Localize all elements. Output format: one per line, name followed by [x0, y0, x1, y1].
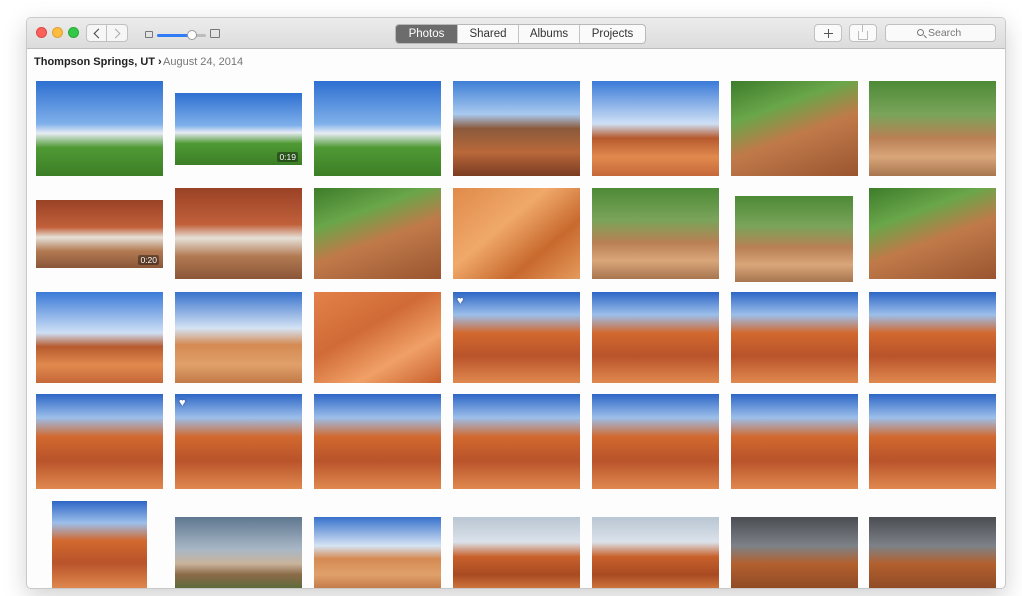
photo-thumbnail[interactable] — [592, 394, 719, 489]
chevron-left-icon — [93, 28, 103, 38]
photo-thumbnail[interactable] — [869, 394, 996, 489]
back-button[interactable] — [86, 24, 107, 42]
photo-thumbnail[interactable] — [36, 81, 163, 176]
view-tabs: Photos Shared Albums Projects — [395, 24, 646, 44]
photo-thumbnail[interactable]: ♥ — [453, 292, 580, 383]
search-field[interactable] — [885, 24, 996, 42]
photo-thumbnail[interactable]: 0:20 — [36, 200, 163, 268]
moment-location[interactable]: Thompson Springs, UT › — [34, 56, 162, 68]
minimize-window-button[interactable] — [52, 27, 63, 38]
photo-thumbnail[interactable] — [592, 292, 719, 383]
photo-thumbnail[interactable] — [175, 292, 302, 383]
tab-albums[interactable]: Albums — [518, 25, 579, 43]
photo-thumbnail[interactable] — [453, 188, 580, 279]
photo-thumbnail[interactable] — [592, 188, 719, 279]
photo-thumbnail[interactable] — [52, 501, 147, 588]
photo-thumbnail[interactable] — [869, 188, 996, 279]
photo-thumbnail[interactable] — [314, 81, 441, 176]
add-button[interactable] — [814, 24, 842, 42]
photo-thumbnail[interactable] — [314, 517, 441, 588]
photo-thumbnail[interactable] — [175, 188, 302, 279]
photo-thumbnail[interactable] — [731, 394, 858, 489]
photo-thumbnail[interactable] — [453, 517, 580, 588]
chevron-right-icon — [110, 28, 121, 38]
photo-thumbnail[interactable] — [453, 81, 580, 176]
photo-thumbnail[interactable] — [314, 394, 441, 489]
photo-thumbnail[interactable] — [869, 292, 996, 383]
photo-thumbnail[interactable] — [314, 188, 441, 279]
share-icon — [858, 23, 868, 40]
toolbar: Photos Shared Albums Projects — [27, 18, 1005, 49]
favorite-heart-icon: ♥ — [457, 295, 464, 307]
forward-button[interactable] — [107, 24, 128, 42]
video-duration-badge: 0:20 — [138, 255, 159, 265]
photo-thumbnail[interactable] — [869, 517, 996, 588]
zoom-window-button[interactable] — [68, 27, 79, 38]
photo-thumbnail[interactable]: 0:19 — [175, 93, 302, 165]
zoom-out-icon[interactable] — [145, 31, 153, 38]
search-icon — [917, 28, 924, 36]
favorite-heart-icon: ♥ — [179, 397, 186, 409]
photo-thumbnail[interactable] — [869, 81, 996, 176]
photo-thumbnail[interactable] — [592, 81, 719, 176]
moment-header: Thompson Springs, UT › August 24, 2014 — [27, 49, 1005, 74]
search-input[interactable] — [928, 27, 964, 39]
photo-thumbnail[interactable] — [36, 394, 163, 489]
photo-thumbnail[interactable] — [592, 517, 719, 588]
tab-photos[interactable]: Photos — [396, 25, 457, 43]
photo-thumbnail[interactable] — [735, 196, 853, 282]
tab-projects[interactable]: Projects — [579, 25, 645, 43]
plus-icon — [823, 28, 833, 38]
tab-shared[interactable]: Shared — [457, 25, 518, 43]
photo-thumbnail[interactable] — [731, 81, 858, 176]
zoom-in-icon[interactable] — [210, 29, 220, 38]
photo-thumbnail[interactable] — [453, 394, 580, 489]
video-duration-badge: 0:19 — [277, 152, 298, 162]
photos-window: Photos Shared Albums Projects Thompson S… — [26, 17, 1006, 589]
close-window-button[interactable] — [36, 27, 47, 38]
photo-thumbnail[interactable] — [175, 517, 302, 588]
zoom-slider[interactable] — [157, 30, 206, 40]
photo-grid: 0:19 0:20 ♥ ♥ — [27, 74, 1005, 588]
photo-thumbnail[interactable]: ♥ — [175, 394, 302, 489]
photo-thumbnail[interactable] — [731, 292, 858, 383]
moment-date: August 24, 2014 — [163, 56, 244, 68]
share-button[interactable] — [849, 23, 877, 42]
photo-thumbnail[interactable] — [36, 292, 163, 383]
zoom-slider-thumb[interactable] — [187, 30, 198, 40]
photo-thumbnail[interactable] — [314, 292, 441, 383]
photo-thumbnail[interactable] — [731, 517, 858, 588]
